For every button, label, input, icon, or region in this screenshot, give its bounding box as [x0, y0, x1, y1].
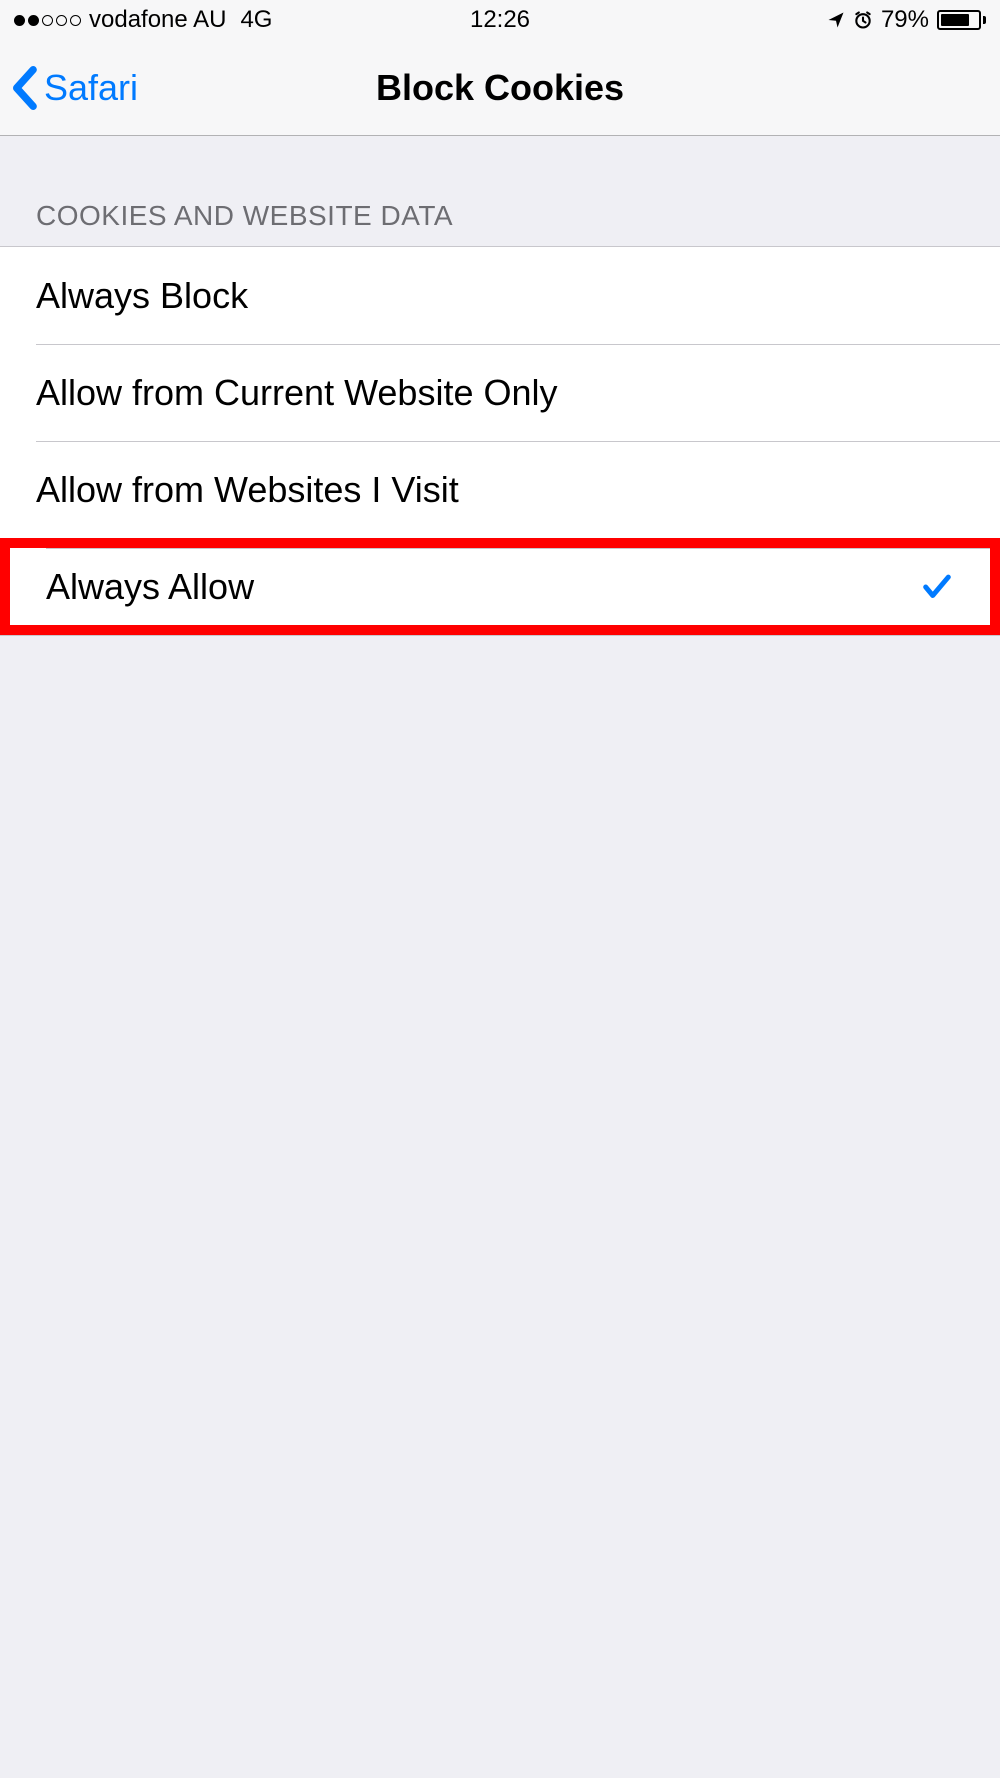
location-icon: [827, 11, 845, 29]
chevron-left-icon: [10, 66, 38, 110]
status-time: 12:26: [470, 6, 530, 34]
status-right: 79%: [827, 6, 986, 34]
option-label: Allow from Current Website Only: [36, 372, 558, 414]
option-label: Always Block: [36, 275, 248, 317]
checkmark-icon: [920, 570, 954, 604]
option-always-block[interactable]: Always Block: [0, 247, 1000, 344]
option-label: Always Allow: [46, 566, 254, 608]
battery-percent-label: 79%: [881, 6, 929, 34]
options-list: Always Block Allow from Current Website …: [0, 246, 1000, 636]
carrier-label: vodafone AU: [89, 6, 226, 34]
section-header: COOKIES AND WEBSITE DATA: [0, 136, 1000, 246]
network-label: 4G: [240, 6, 272, 34]
page-title: Block Cookies: [376, 67, 624, 109]
nav-bar: Safari Block Cookies: [0, 40, 1000, 136]
back-button[interactable]: Safari: [0, 66, 138, 110]
option-allow-current-website[interactable]: Allow from Current Website Only: [0, 344, 1000, 441]
option-always-allow[interactable]: Always Allow: [0, 538, 1000, 635]
option-allow-websites-visit[interactable]: Allow from Websites I Visit: [0, 441, 1000, 538]
alarm-icon: [853, 10, 873, 30]
option-label: Allow from Websites I Visit: [36, 469, 459, 511]
battery-icon: [937, 10, 986, 30]
back-button-label: Safari: [44, 67, 138, 109]
signal-strength-icon: [14, 15, 81, 26]
status-left: vodafone AU 4G: [14, 6, 272, 34]
status-bar: vodafone AU 4G 12:26 79%: [0, 0, 1000, 40]
